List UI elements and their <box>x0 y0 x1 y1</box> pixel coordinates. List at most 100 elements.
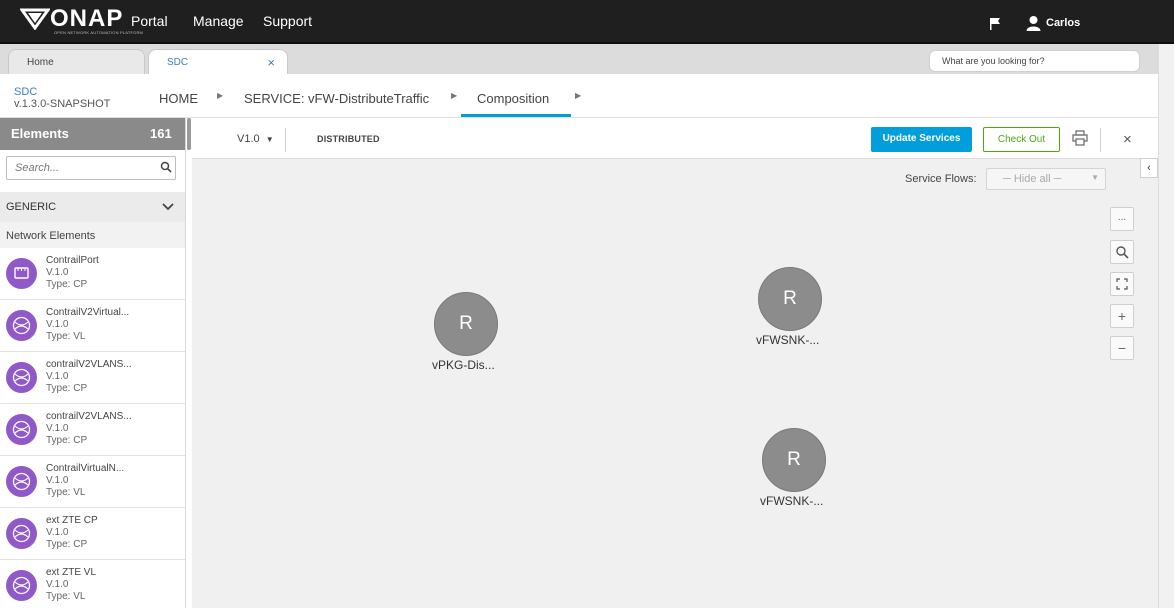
item-version: V.1.0 <box>46 475 69 486</box>
nav-manage[interactable]: Manage <box>193 13 244 29</box>
search-icon[interactable] <box>1110 240 1134 264</box>
onap-logo[interactable]: ONAP OPEN NETWORK AUTOMATION PLATFORM <box>19 5 143 35</box>
node-label[interactable]: vPKG-Dis... <box>432 358 495 372</box>
breadcrumb-arrow-icon: ▶ <box>575 91 582 100</box>
divider <box>1100 128 1101 152</box>
service-flows-label: Service Flows: <box>905 173 977 185</box>
breadcrumb-arrow-icon: ▶ <box>217 91 224 100</box>
canvas-node[interactable]: R <box>758 267 822 331</box>
sdc-version: v.1.3.0-SNAPSHOT <box>14 98 111 110</box>
flag-icon[interactable] <box>989 17 1001 35</box>
port-icon <box>6 258 37 289</box>
zoom-out-button[interactable]: − <box>1110 336 1134 360</box>
list-item[interactable]: ext ZTE VL V.1.0 Type: VL <box>0 560 185 608</box>
close-icon[interactable]: × <box>267 55 275 70</box>
sdc-title[interactable]: SDC <box>14 86 37 98</box>
logo-tagline: OPEN NETWORK AUTOMATION PLATFORM <box>54 30 144 35</box>
elements-header: Elements 161 <box>0 118 185 150</box>
composition-toolbar: V1.0 ▼ DISTRIBUTED Update Services Check… <box>192 118 1158 159</box>
network-icon <box>6 518 37 549</box>
list-item[interactable]: ContrailPort V.1.0 Type: CP <box>0 248 185 300</box>
composition-canvas[interactable]: V1.0 ▼ DISTRIBUTED Update Services Check… <box>192 118 1158 608</box>
item-type: Type: VL <box>46 487 86 498</box>
elements-title: Elements <box>11 126 69 141</box>
nav-portal[interactable]: Portal <box>131 13 168 29</box>
onap-logo-icon <box>19 8 51 31</box>
user-icon[interactable] <box>1026 15 1041 36</box>
node-label[interactable]: vFWSNK-... <box>756 333 819 347</box>
print-icon[interactable] <box>1072 130 1088 151</box>
subcategory-network-elements: Network Elements <box>0 222 185 248</box>
item-version: V.1.0 <box>46 267 69 278</box>
divider <box>285 128 286 152</box>
breadcrumb-home[interactable]: HOME <box>159 91 198 106</box>
page-scrollbar[interactable] <box>1158 44 1174 608</box>
tab-home[interactable]: Home <box>8 49 145 74</box>
zoom-in-button[interactable]: + <box>1110 304 1134 328</box>
tab-sdc[interactable]: SDC × <box>148 49 288 74</box>
list-item[interactable]: ContrailVirtualN... V.1.0 Type: VL <box>0 456 185 508</box>
item-type: Type: CP <box>46 383 88 394</box>
canvas-node[interactable]: R <box>434 292 498 356</box>
chevron-down-icon[interactable] <box>162 201 174 214</box>
caret-down-icon: ▼ <box>1091 173 1099 182</box>
item-version: V.1.0 <box>46 423 69 434</box>
version-label: V1.0 <box>237 133 260 145</box>
breadcrumb-composition[interactable]: Composition <box>477 91 549 106</box>
service-flows-select[interactable]: ─ Hide all ─ ▼ <box>986 168 1106 190</box>
network-icon <box>6 466 37 497</box>
list-item[interactable]: ContrailV2Virtual... V.1.0 Type: VL <box>0 300 185 352</box>
network-icon <box>6 362 37 393</box>
item-version: V.1.0 <box>46 579 69 590</box>
version-dropdown[interactable]: V1.0 ▼ <box>237 133 274 145</box>
elements-count: 161 <box>150 126 172 141</box>
elements-search-placeholder: Search... <box>15 162 60 174</box>
elements-panel: Elements 161 Search... GENERIC Network E… <box>0 118 186 608</box>
nav-support[interactable]: Support <box>263 13 312 29</box>
active-breadcrumb-indicator <box>461 114 571 117</box>
item-name: ext ZTE VL <box>46 567 97 578</box>
item-version: V.1.0 <box>46 527 69 538</box>
chevron-left-icon[interactable]: ‹ <box>1140 158 1158 178</box>
elements-search-input[interactable]: Search... <box>6 156 176 180</box>
breadcrumb-arrow-icon: ▶ <box>451 91 458 100</box>
item-type: Type: CP <box>46 435 88 446</box>
update-services-button[interactable]: Update Services <box>871 127 972 152</box>
sdc-header: SDC v.1.3.0-SNAPSHOT HOME ▶ SERVICE: vFW… <box>0 74 1158 118</box>
tab-home-label: Home <box>27 57 54 68</box>
global-search-input[interactable]: What are you looking for? <box>929 50 1140 72</box>
elements-scrollbar[interactable] <box>187 118 191 150</box>
lifecycle-state: DISTRIBUTED <box>317 134 380 144</box>
close-icon[interactable]: × <box>1123 131 1132 148</box>
node-label[interactable]: vFWSNK-... <box>760 494 823 508</box>
user-name[interactable]: Carlos <box>1046 17 1080 29</box>
service-flows-value: ─ Hide all ─ <box>1003 173 1062 185</box>
item-type: Type: VL <box>46 331 86 342</box>
global-search-placeholder: What are you looking for? <box>942 56 1045 66</box>
more-button[interactable]: ... <box>1110 207 1134 231</box>
network-icon <box>6 570 37 601</box>
item-type: Type: CP <box>46 539 88 550</box>
item-name: ContrailPort <box>46 255 99 266</box>
top-bar: ONAP OPEN NETWORK AUTOMATION PLATFORM Po… <box>0 0 1174 44</box>
network-icon <box>6 310 37 341</box>
caret-down-icon: ▼ <box>265 135 274 144</box>
item-name: ContrailVirtualN... <box>46 463 125 474</box>
tab-sdc-label: SDC <box>167 57 189 68</box>
category-generic[interactable]: GENERIC <box>0 192 185 222</box>
item-name: contrailV2VLANS... <box>46 359 132 370</box>
canvas-node[interactable]: R <box>762 428 826 492</box>
item-name: ext ZTE CP <box>46 515 98 526</box>
list-item[interactable]: contrailV2VLANS... V.1.0 Type: CP <box>0 352 185 404</box>
item-name: ContrailV2Virtual... <box>46 307 130 318</box>
fit-screen-icon[interactable] <box>1110 272 1134 296</box>
breadcrumb-service[interactable]: SERVICE: vFW-DistributeTraffic <box>244 91 429 106</box>
check-out-button[interactable]: Check Out <box>983 127 1060 152</box>
subcategory-label: Network Elements <box>6 230 96 242</box>
search-icon[interactable] <box>160 161 172 176</box>
list-item[interactable]: ext ZTE CP V.1.0 Type: CP <box>0 508 185 560</box>
list-item[interactable]: contrailV2VLANS... V.1.0 Type: CP <box>0 404 185 456</box>
logo-text: ONAP <box>50 5 124 32</box>
item-type: Type: VL <box>46 591 86 602</box>
network-icon <box>6 414 37 445</box>
